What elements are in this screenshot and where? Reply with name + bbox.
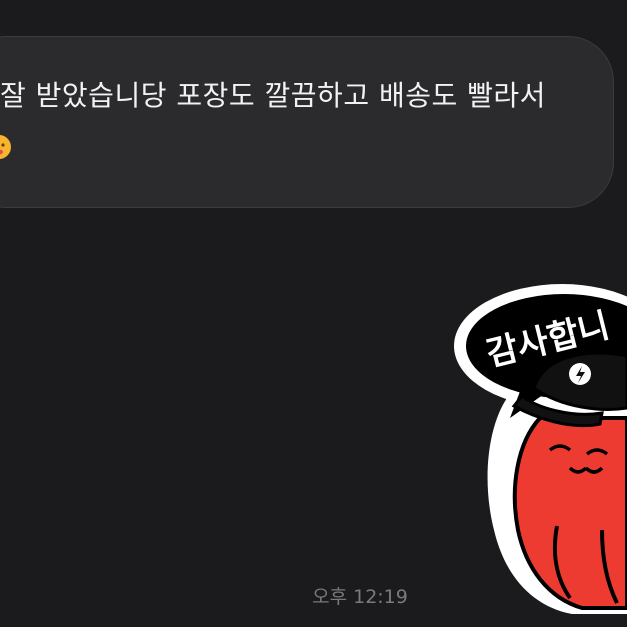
message-timestamp: 오후 12:19 [312,586,408,608]
thank-you-sticker[interactable]: 감사합니 [452,268,627,618]
chat-screen: 잘 받았습니당 포장도 깔끔하고 배송도 빨라서 감사합니 오후 12:19 [0,0,627,627]
message-text: 잘 받았습니당 포장도 깔끔하고 배송도 빨라서 [0,79,546,112]
face-emoji-icon [0,135,11,159]
message-bubble[interactable] [0,36,614,208]
